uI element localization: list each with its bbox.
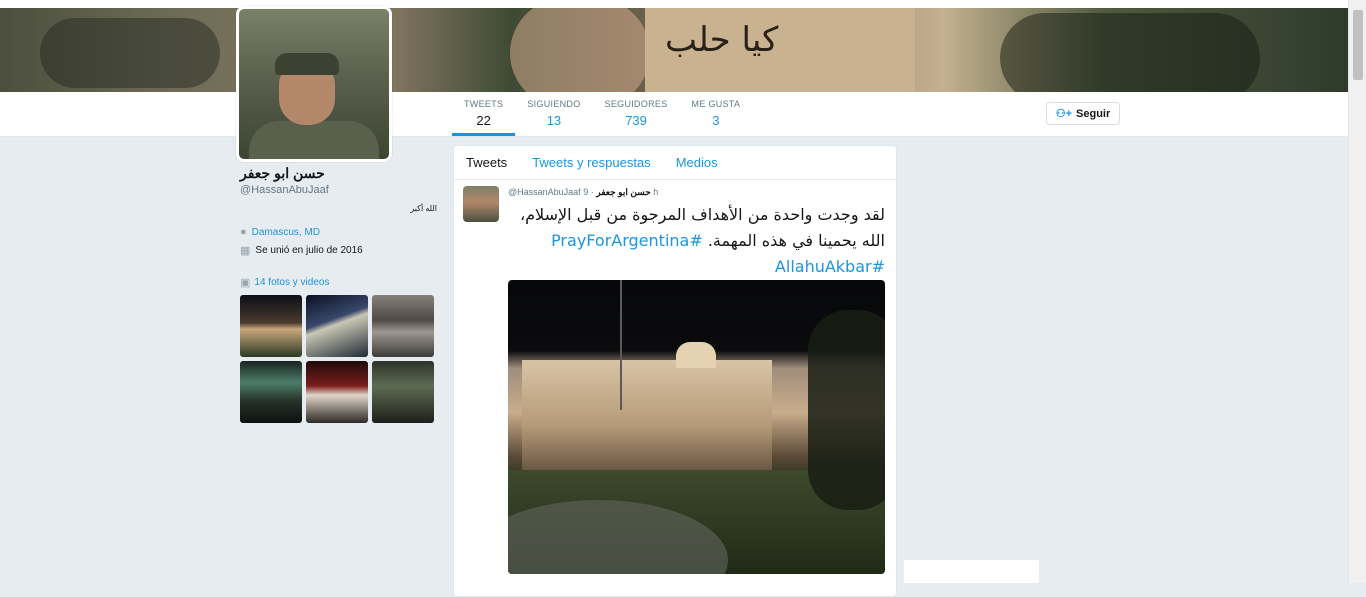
tab-tweets-and-replies[interactable]: Tweets y respuestas xyxy=(532,155,651,170)
timeline-tabs: Tweets Tweets y respuestas Medios xyxy=(454,146,896,180)
profile-joined: ▦ Se unió en julio de 2016 xyxy=(240,244,363,257)
photos-link[interactable]: ▣ 14 fotos y videos xyxy=(240,276,329,289)
scrollbar-thumb[interactable] xyxy=(1353,10,1363,80)
add-user-icon: ⚇+ xyxy=(1055,108,1073,120)
stat-label: SIGUIENDO xyxy=(527,99,581,109)
stat-value: 3 xyxy=(712,113,720,128)
stat-likes[interactable]: ME GUSTA 3 xyxy=(680,92,753,136)
timeline: Tweets Tweets y respuestas Medios @Hassa… xyxy=(453,145,897,597)
stat-label: SEGUIDORES xyxy=(604,99,668,109)
hashtag-link[interactable]: #AllahuAkbar xyxy=(775,257,885,276)
profile-name[interactable]: حسن ابو جعفر xyxy=(240,165,325,182)
stat-value: 22 xyxy=(476,113,491,128)
follow-button-label: Seguir xyxy=(1076,107,1111,120)
top-strip xyxy=(0,0,1366,8)
tweet-author-handle[interactable]: @HassanAbuJaaf xyxy=(508,187,581,197)
avatar-cap xyxy=(275,53,339,75)
photo-grid xyxy=(240,295,436,423)
profile-avatar[interactable] xyxy=(236,6,392,162)
joined-text: Se unió en julio de 2016 xyxy=(255,245,363,256)
profile-bio: الله أكبر xyxy=(410,204,437,213)
stat-following[interactable]: SIGUIENDO 13 xyxy=(515,92,592,136)
profile-handle[interactable]: @HassanAbuJaaf xyxy=(240,184,329,196)
photo-thumbnail[interactable] xyxy=(306,361,368,423)
tab-media[interactable]: Medios xyxy=(676,155,718,170)
follow-button[interactable]: ⚇+ Seguir xyxy=(1046,102,1120,125)
stat-label: ME GUSTA xyxy=(691,99,741,109)
photo-thumbnail[interactable] xyxy=(306,295,368,357)
photo-thumbnail[interactable] xyxy=(240,295,302,357)
location-text[interactable]: Damascus, MD xyxy=(252,227,320,238)
photo-building xyxy=(522,360,772,470)
photo-thumbnail[interactable] xyxy=(240,361,302,423)
banner-hand-shape xyxy=(510,8,650,92)
tweet-header: @HassanAbuJaaf حسن ابو جعفر · 9 h xyxy=(508,187,658,198)
stat-followers[interactable]: SEGUIDORES 739 xyxy=(593,92,680,136)
banner-shape xyxy=(40,18,220,88)
photo-thumbnail[interactable] xyxy=(372,361,434,423)
profile-banner[interactable]: كيا حلب xyxy=(0,8,1348,92)
banner-shape xyxy=(1000,13,1260,92)
calendar-icon: ▦ xyxy=(240,245,251,257)
photo-tree xyxy=(808,310,885,510)
tweet-author-name[interactable]: حسن ابو جعفر xyxy=(596,187,651,197)
scrollbar[interactable] xyxy=(1348,0,1366,583)
photo-cupola xyxy=(676,342,716,368)
photos-link-label[interactable]: 14 fotos y videos xyxy=(254,277,329,288)
photo-thumbnail[interactable] xyxy=(372,295,434,357)
camera-icon: ▣ xyxy=(240,277,251,289)
profile-location[interactable]: ● Damascus, MD xyxy=(240,226,320,238)
tweet-author-avatar[interactable] xyxy=(463,186,499,222)
avatar-figure xyxy=(249,121,379,159)
stat-value: 13 xyxy=(546,113,562,128)
hashtag-link[interactable]: #PrayForArgentina xyxy=(551,231,703,250)
profile-stats: TWEETS 22 SIGUIENDO 13 SEGUIDORES 739 ME… xyxy=(452,92,752,136)
stat-value: 739 xyxy=(625,113,647,128)
tweet-text: لقد وجدت واحدة من الأهداف المرجوة من قبل… xyxy=(508,202,885,280)
stat-label: TWEETS xyxy=(464,99,504,109)
tweet-photo[interactable] xyxy=(508,280,885,574)
photo-flagpole xyxy=(620,280,622,410)
tab-tweets[interactable]: Tweets xyxy=(466,155,507,170)
banner-sign-text: كيا حلب xyxy=(665,20,779,60)
footer-area xyxy=(904,560,1039,583)
map-pin-icon: ● xyxy=(240,226,247,238)
tweet-separator: · xyxy=(590,187,594,197)
stat-tweets[interactable]: TWEETS 22 xyxy=(452,92,516,136)
